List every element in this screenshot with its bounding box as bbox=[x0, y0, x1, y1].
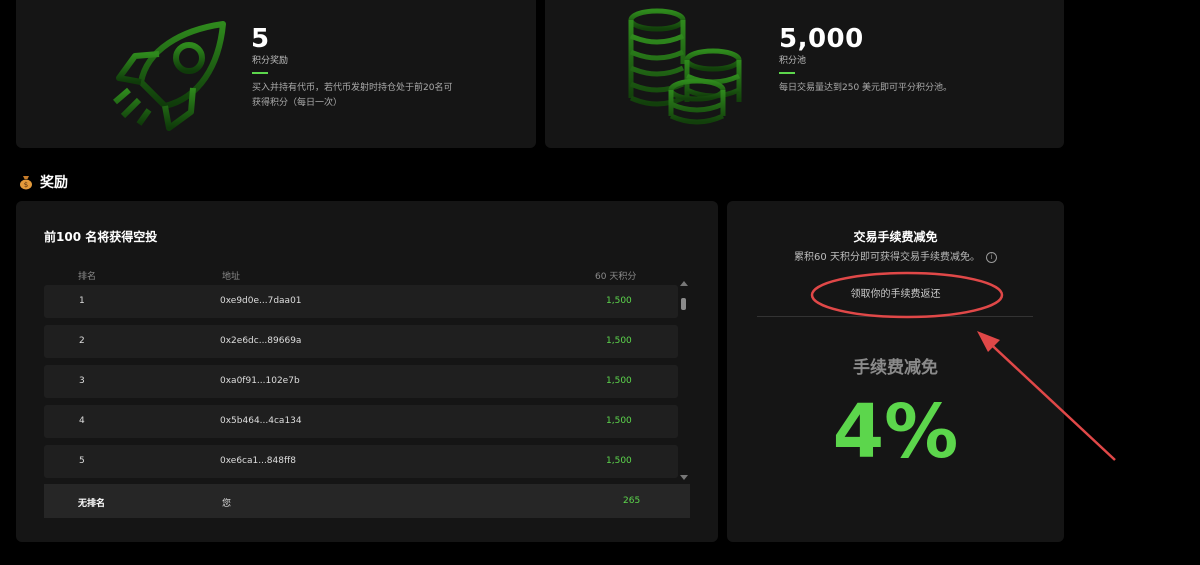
fee-divider bbox=[757, 316, 1033, 317]
points-reward-card: 5 积分奖励 买入并持有代币，若代币发射时持仓处于前20名可 获得积分（每日一次… bbox=[16, 0, 536, 148]
pool-description: 每日交易量达到250 美元即可平分积分池。 bbox=[779, 83, 953, 93]
row-rank: 1 bbox=[79, 296, 85, 306]
table-row: 1 0xe9d0e...7daa01 1,500 bbox=[44, 285, 678, 318]
claim-fee-rebate-link[interactable]: 领取你的手续费返还 bbox=[727, 285, 1064, 300]
row-points: 1,500 bbox=[606, 376, 632, 386]
table-row: 4 0x5b464...4ca134 1,500 bbox=[44, 405, 678, 438]
fee-card-subtitle: 累积60 天积分即可获得交易手续费减免。 i bbox=[727, 248, 1064, 263]
pool-value: 5,000 bbox=[779, 24, 864, 54]
points-pool-card: 5,000 积分池 每日交易量达到250 美元即可平分积分池。 bbox=[545, 0, 1064, 148]
self-rank: 无排名 bbox=[78, 499, 106, 509]
rocket-icon bbox=[113, 21, 226, 131]
row-points: 1,500 bbox=[606, 336, 632, 346]
info-icon[interactable]: i bbox=[985, 251, 997, 263]
fee-card-title: 交易手续费减免 bbox=[853, 230, 938, 244]
row-address: 0x2e6dc...89669a bbox=[220, 336, 302, 346]
self-rank-row: 无排名 您 265 bbox=[44, 484, 690, 518]
column-header-points: 60 天积分 bbox=[595, 272, 637, 282]
row-rank: 3 bbox=[79, 376, 85, 386]
column-header-address: 地址 bbox=[222, 272, 241, 282]
fee-discount-card: 交易手续费减免 累积60 天积分即可获得交易手续费减免。 i 领取你的手续费返还 … bbox=[727, 201, 1064, 542]
fee-discount-value: 4% bbox=[832, 389, 959, 475]
scrollbar-thumb[interactable] bbox=[681, 298, 686, 310]
row-rank: 2 bbox=[79, 336, 85, 346]
points-description-line1: 买入并持有代币，若代币发射时持仓处于前20名可 bbox=[252, 83, 453, 93]
table-row: 5 0xe6ca1...848ff8 1,500 bbox=[44, 445, 678, 478]
pool-divider bbox=[779, 72, 795, 74]
coins-icon bbox=[628, 8, 742, 125]
rewards-title: 奖励 bbox=[40, 175, 68, 191]
row-address: 0xa0f91...102e7b bbox=[220, 376, 300, 386]
table-row: 3 0xa0f91...102e7b 1,500 bbox=[44, 365, 678, 398]
row-points: 1,500 bbox=[606, 456, 632, 466]
leaderboard-card: 前100 名将获得空投 排名 地址 60 天积分 1 0xe9d0e...7da… bbox=[16, 201, 718, 542]
points-description-line2: 获得积分（每日一次） bbox=[252, 98, 343, 108]
table-row: 2 0x2e6dc...89669a 1,500 bbox=[44, 325, 678, 358]
points-label: 积分奖励 bbox=[252, 56, 289, 66]
pool-label: 积分池 bbox=[779, 56, 807, 66]
svg-text:$: $ bbox=[24, 181, 28, 189]
row-points: 1,500 bbox=[606, 416, 632, 426]
points-value: 5 bbox=[251, 24, 270, 54]
points-description: 买入并持有代币，若代币发射时持仓处于前20名可 获得积分（每日一次） bbox=[252, 81, 452, 111]
money-bag-icon: $ bbox=[20, 176, 32, 190]
row-address: 0x5b464...4ca134 bbox=[220, 416, 302, 426]
row-address: 0xe9d0e...7daa01 bbox=[220, 296, 302, 306]
row-rank: 4 bbox=[79, 416, 85, 426]
leaderboard-title: 前100 名将获得空投 bbox=[44, 230, 158, 244]
fee-discount-label: 手续费减免 bbox=[853, 358, 938, 378]
self-points: 265 bbox=[623, 496, 641, 506]
row-address: 0xe6ca1...848ff8 bbox=[220, 456, 296, 466]
column-header-rank: 排名 bbox=[78, 272, 97, 282]
fee-card-subtitle-text: 累积60 天积分即可获得交易手续费减免。 bbox=[794, 252, 980, 263]
scroll-down-arrow[interactable] bbox=[680, 475, 688, 480]
points-divider bbox=[252, 72, 268, 74]
rewards-section-header: $ 奖励 bbox=[18, 172, 68, 192]
row-rank: 5 bbox=[79, 456, 85, 466]
self-address: 您 bbox=[222, 499, 232, 509]
scrollbar[interactable] bbox=[679, 282, 687, 478]
row-points: 1,500 bbox=[606, 296, 632, 306]
